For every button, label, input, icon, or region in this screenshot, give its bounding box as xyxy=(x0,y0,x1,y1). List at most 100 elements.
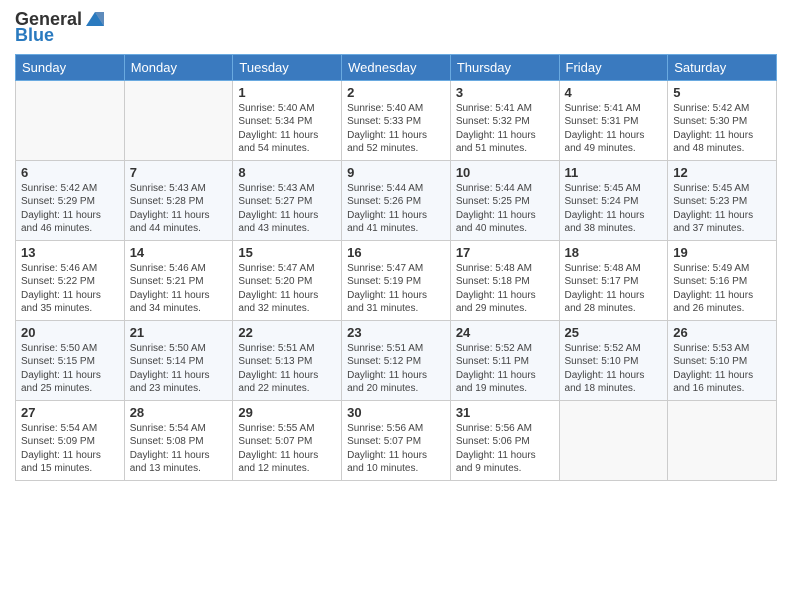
day-number: 27 xyxy=(21,405,119,420)
calendar-cell: 29 Sunrise: 5:55 AMSunset: 5:07 PMDayligh… xyxy=(233,400,342,480)
day-info: Sunrise: 5:50 AMSunset: 5:14 PMDaylight:… xyxy=(130,342,228,396)
calendar-cell: 31 Sunrise: 5:56 AMSunset: 5:06 PMDayligh… xyxy=(450,400,559,480)
day-number: 29 xyxy=(238,405,336,420)
logo-icon xyxy=(84,8,106,30)
day-info: Sunrise: 5:45 AMSunset: 5:23 PMDaylight:… xyxy=(673,182,771,236)
day-number: 30 xyxy=(347,405,445,420)
day-info: Sunrise: 5:45 AMSunset: 5:24 PMDaylight:… xyxy=(565,182,663,236)
logo: General Blue xyxy=(15,10,106,46)
header: General Blue xyxy=(15,10,777,46)
day-info: Sunrise: 5:40 AMSunset: 5:33 PMDaylight:… xyxy=(347,102,445,156)
day-info: Sunrise: 5:44 AMSunset: 5:26 PMDaylight:… xyxy=(347,182,445,236)
day-number: 18 xyxy=(565,245,663,260)
calendar-cell: 3 Sunrise: 5:41 AMSunset: 5:32 PMDaylight… xyxy=(450,80,559,160)
logo-blue: Blue xyxy=(15,26,54,46)
day-number: 20 xyxy=(21,325,119,340)
day-info: Sunrise: 5:43 AMSunset: 5:28 PMDaylight:… xyxy=(130,182,228,236)
day-info: Sunrise: 5:51 AMSunset: 5:13 PMDaylight:… xyxy=(238,342,336,396)
day-info: Sunrise: 5:52 AMSunset: 5:10 PMDaylight:… xyxy=(565,342,663,396)
day-info: Sunrise: 5:55 AMSunset: 5:07 PMDaylight:… xyxy=(238,422,336,476)
calendar-cell: 9 Sunrise: 5:44 AMSunset: 5:26 PMDaylight… xyxy=(342,160,451,240)
calendar-cell: 11 Sunrise: 5:45 AMSunset: 5:24 PMDayligh… xyxy=(559,160,668,240)
day-info: Sunrise: 5:46 AMSunset: 5:21 PMDaylight:… xyxy=(130,262,228,316)
calendar-cell: 19 Sunrise: 5:49 AMSunset: 5:16 PMDayligh… xyxy=(668,240,777,320)
day-info: Sunrise: 5:42 AMSunset: 5:29 PMDaylight:… xyxy=(21,182,119,236)
day-number: 21 xyxy=(130,325,228,340)
calendar-cell: 17 Sunrise: 5:48 AMSunset: 5:18 PMDayligh… xyxy=(450,240,559,320)
calendar-week-4: 20 Sunrise: 5:50 AMSunset: 5:15 PMDayligh… xyxy=(16,320,777,400)
calendar-week-2: 6 Sunrise: 5:42 AMSunset: 5:29 PMDaylight… xyxy=(16,160,777,240)
day-info: Sunrise: 5:48 AMSunset: 5:17 PMDaylight:… xyxy=(565,262,663,316)
day-info: Sunrise: 5:42 AMSunset: 5:30 PMDaylight:… xyxy=(673,102,771,156)
day-info: Sunrise: 5:52 AMSunset: 5:11 PMDaylight:… xyxy=(456,342,554,396)
calendar-cell: 13 Sunrise: 5:46 AMSunset: 5:22 PMDayligh… xyxy=(16,240,125,320)
calendar-cell: 10 Sunrise: 5:44 AMSunset: 5:25 PMDayligh… xyxy=(450,160,559,240)
calendar-cell: 20 Sunrise: 5:50 AMSunset: 5:15 PMDayligh… xyxy=(16,320,125,400)
day-number: 5 xyxy=(673,85,771,100)
day-info: Sunrise: 5:48 AMSunset: 5:18 PMDaylight:… xyxy=(456,262,554,316)
calendar-cell: 4Sunrise: 5:41 AMSunset: 5:31 PMDaylight… xyxy=(559,80,668,160)
day-info: Sunrise: 5:50 AMSunset: 5:15 PMDaylight:… xyxy=(21,342,119,396)
calendar-cell: 2 Sunrise: 5:40 AMSunset: 5:33 PMDaylight… xyxy=(342,80,451,160)
page: General Blue SundayMondayTuesdayWednesda… xyxy=(0,0,792,612)
calendar-table: SundayMondayTuesdayWednesdayThursdayFrid… xyxy=(15,54,777,481)
day-number: 26 xyxy=(673,325,771,340)
day-number: 13 xyxy=(21,245,119,260)
day-number: 1 xyxy=(238,85,336,100)
day-info: Sunrise: 5:49 AMSunset: 5:16 PMDaylight:… xyxy=(673,262,771,316)
day-number: 12 xyxy=(673,165,771,180)
calendar-cell xyxy=(124,80,233,160)
calendar-cell: 8Sunrise: 5:43 AMSunset: 5:27 PMDaylight… xyxy=(233,160,342,240)
calendar-week-5: 27Sunrise: 5:54 AMSunset: 5:09 PMDayligh… xyxy=(16,400,777,480)
day-number: 22 xyxy=(238,325,336,340)
day-number: 9 xyxy=(347,165,445,180)
weekday-header-wednesday: Wednesday xyxy=(342,54,451,80)
weekday-header-tuesday: Tuesday xyxy=(233,54,342,80)
day-info: Sunrise: 5:44 AMSunset: 5:25 PMDaylight:… xyxy=(456,182,554,236)
day-number: 16 xyxy=(347,245,445,260)
calendar-cell: 7Sunrise: 5:43 AMSunset: 5:28 PMDaylight… xyxy=(124,160,233,240)
calendar-cell: 16Sunrise: 5:47 AMSunset: 5:19 PMDayligh… xyxy=(342,240,451,320)
calendar-cell: 22 Sunrise: 5:51 AMSunset: 5:13 PMDayligh… xyxy=(233,320,342,400)
day-number: 24 xyxy=(456,325,554,340)
calendar-week-3: 13 Sunrise: 5:46 AMSunset: 5:22 PMDayligh… xyxy=(16,240,777,320)
calendar-cell xyxy=(559,400,668,480)
calendar-cell: 21 Sunrise: 5:50 AMSunset: 5:14 PMDayligh… xyxy=(124,320,233,400)
day-number: 28 xyxy=(130,405,228,420)
day-number: 31 xyxy=(456,405,554,420)
calendar-cell: 1Sunrise: 5:40 AMSunset: 5:34 PMDaylight… xyxy=(233,80,342,160)
calendar-header-row: SundayMondayTuesdayWednesdayThursdayFrid… xyxy=(16,54,777,80)
weekday-header-thursday: Thursday xyxy=(450,54,559,80)
day-info: Sunrise: 5:56 AMSunset: 5:06 PMDaylight:… xyxy=(456,422,554,476)
day-info: Sunrise: 5:54 AMSunset: 5:08 PMDaylight:… xyxy=(130,422,228,476)
day-info: Sunrise: 5:53 AMSunset: 5:10 PMDaylight:… xyxy=(673,342,771,396)
calendar-cell: 18 Sunrise: 5:48 AMSunset: 5:17 PMDayligh… xyxy=(559,240,668,320)
day-info: Sunrise: 5:46 AMSunset: 5:22 PMDaylight:… xyxy=(21,262,119,316)
day-number: 17 xyxy=(456,245,554,260)
calendar-cell: 30 Sunrise: 5:56 AMSunset: 5:07 PMDayligh… xyxy=(342,400,451,480)
day-number: 3 xyxy=(456,85,554,100)
day-number: 19 xyxy=(673,245,771,260)
calendar-cell: 14Sunrise: 5:46 AMSunset: 5:21 PMDayligh… xyxy=(124,240,233,320)
calendar-cell: 23 Sunrise: 5:51 AMSunset: 5:12 PMDayligh… xyxy=(342,320,451,400)
day-info: Sunrise: 5:41 AMSunset: 5:32 PMDaylight:… xyxy=(456,102,554,156)
calendar-cell xyxy=(668,400,777,480)
weekday-header-saturday: Saturday xyxy=(668,54,777,80)
calendar-cell: 5 Sunrise: 5:42 AMSunset: 5:30 PMDaylight… xyxy=(668,80,777,160)
day-info: Sunrise: 5:43 AMSunset: 5:27 PMDaylight:… xyxy=(238,182,336,236)
day-number: 2 xyxy=(347,85,445,100)
day-number: 15 xyxy=(238,245,336,260)
calendar-cell: 25 Sunrise: 5:52 AMSunset: 5:10 PMDayligh… xyxy=(559,320,668,400)
calendar-week-1: 1Sunrise: 5:40 AMSunset: 5:34 PMDaylight… xyxy=(16,80,777,160)
calendar-cell: 26 Sunrise: 5:53 AMSunset: 5:10 PMDayligh… xyxy=(668,320,777,400)
day-number: 11 xyxy=(565,165,663,180)
calendar-cell: 6 Sunrise: 5:42 AMSunset: 5:29 PMDaylight… xyxy=(16,160,125,240)
day-number: 23 xyxy=(347,325,445,340)
day-number: 6 xyxy=(21,165,119,180)
day-number: 10 xyxy=(456,165,554,180)
day-info: Sunrise: 5:41 AMSunset: 5:31 PMDaylight:… xyxy=(565,102,663,156)
day-number: 25 xyxy=(565,325,663,340)
day-info: Sunrise: 5:56 AMSunset: 5:07 PMDaylight:… xyxy=(347,422,445,476)
day-info: Sunrise: 5:51 AMSunset: 5:12 PMDaylight:… xyxy=(347,342,445,396)
calendar-cell: 28 Sunrise: 5:54 AMSunset: 5:08 PMDayligh… xyxy=(124,400,233,480)
